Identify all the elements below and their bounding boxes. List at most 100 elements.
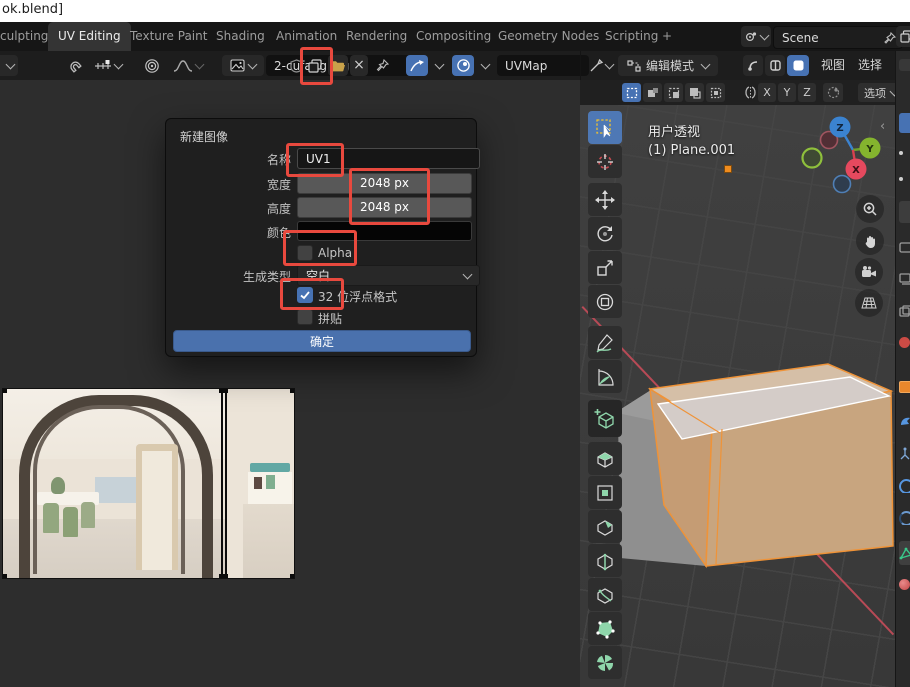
tab-output[interactable] xyxy=(899,241,910,255)
proportional-editing-icon[interactable] xyxy=(140,55,164,76)
unlink-image-button[interactable]: × xyxy=(350,55,368,76)
tool-add-cube[interactable] xyxy=(588,400,622,437)
menu-select[interactable]: 选择 xyxy=(858,51,882,80)
pan-hand-button[interactable] xyxy=(856,227,884,255)
pin-icon[interactable] xyxy=(884,32,896,44)
tab-modifiers[interactable] xyxy=(899,415,910,429)
active-tool-icon[interactable] xyxy=(588,55,614,76)
select-mode-edge[interactable] xyxy=(765,55,785,76)
uv-snap-button[interactable] xyxy=(406,55,428,76)
select-op-new[interactable] xyxy=(622,83,641,102)
mesh-objects xyxy=(612,352,895,578)
tool-annotate[interactable] xyxy=(588,326,622,359)
uv-handle[interactable] xyxy=(223,574,228,578)
mode-label: 编辑模式 xyxy=(646,57,694,74)
tool-knife[interactable] xyxy=(588,578,622,611)
tab-view-layer[interactable] xyxy=(899,273,910,287)
annotation-box-new-image xyxy=(300,47,333,85)
tab-render[interactable] xyxy=(899,201,910,225)
blender-window: { "titlebar": { "title": "ok.blend]" }, … xyxy=(0,0,910,687)
uv-handle[interactable] xyxy=(290,389,294,393)
tab-geometry-nodes[interactable]: Geometry Nodes xyxy=(488,22,609,51)
perspective-toggle-button[interactable] xyxy=(855,289,883,317)
tool-spin[interactable] xyxy=(588,646,622,679)
camera-view-button[interactable] xyxy=(855,258,883,286)
tool-measure[interactable] xyxy=(588,360,622,393)
ok-label: 确定 xyxy=(310,333,334,350)
select-mode-vertex[interactable] xyxy=(743,55,763,76)
tab-tool-active[interactable] xyxy=(899,113,910,135)
tool-select-box[interactable] xyxy=(588,111,622,144)
tool-cursor[interactable] xyxy=(588,145,622,178)
select-op-invert[interactable] xyxy=(685,83,704,102)
tab-uv-editing[interactable]: UV Editing xyxy=(48,22,131,51)
mirror-x-button[interactable]: X xyxy=(758,83,776,102)
menu-view[interactable]: 视图 xyxy=(821,51,845,80)
scene-name-field[interactable]: Scene xyxy=(773,26,903,49)
tool-loop-cut[interactable] xyxy=(588,544,622,577)
tab-particles[interactable] xyxy=(899,447,910,461)
gizmo-neg-z[interactable] xyxy=(834,176,851,193)
viewport-3d[interactable]: 用户透视 (1) Plane.001 Z Y X ‹ xyxy=(580,105,895,687)
tab-world[interactable] xyxy=(899,337,910,351)
tiled-label: 拼贴 xyxy=(318,310,342,327)
tool-inset-faces[interactable] xyxy=(588,476,622,509)
new-scene-button[interactable] xyxy=(896,26,910,47)
tool-scale[interactable] xyxy=(588,251,622,284)
select-op-subtract[interactable] xyxy=(664,83,683,102)
uv-handle[interactable] xyxy=(290,574,294,578)
preview-awning xyxy=(250,463,290,472)
dot xyxy=(899,147,910,161)
falloff-curve-dropdown[interactable] xyxy=(168,55,208,76)
tool-rotate[interactable] xyxy=(588,217,622,250)
snap-magnet-icon[interactable] xyxy=(62,55,86,76)
uv-snap-dropdown[interactable] xyxy=(430,55,448,76)
tab-scene[interactable] xyxy=(899,305,910,319)
image-browse-dropdown[interactable] xyxy=(222,55,264,76)
sidebar-collapse-arrow[interactable]: ‹ xyxy=(880,119,885,134)
tool-poly-build[interactable] xyxy=(588,612,622,645)
tab-physics[interactable] xyxy=(899,479,910,493)
ok-button[interactable]: 确定 xyxy=(173,330,471,352)
uv-handle[interactable] xyxy=(3,389,7,393)
uv-handle[interactable] xyxy=(3,574,7,578)
scene-browse-button[interactable] xyxy=(741,26,771,47)
tab-material[interactable] xyxy=(899,579,910,593)
select-op-intersect[interactable] xyxy=(706,83,725,102)
tab-shading[interactable]: Shading xyxy=(206,22,275,51)
uv-handle[interactable] xyxy=(223,389,228,393)
editor-type-dropdown[interactable] xyxy=(0,55,18,76)
tab-data-active[interactable] xyxy=(899,541,910,567)
tab-constraints[interactable] xyxy=(899,511,910,525)
tool-settings-bar: X Y Z 选项 xyxy=(580,80,895,106)
uvmap-field[interactable]: UVMap xyxy=(497,55,589,76)
pin-id-icon[interactable] xyxy=(372,55,392,76)
mirror-y-button[interactable]: Y xyxy=(778,83,796,102)
select-op-extend[interactable] xyxy=(643,83,662,102)
window-title: ok.blend] xyxy=(2,2,63,17)
tiled-checkbox[interactable] xyxy=(297,309,313,325)
snap-target-dropdown[interactable] xyxy=(88,55,128,76)
mirror-z-button[interactable]: Z xyxy=(798,83,816,102)
tab-compositing[interactable]: Compositing xyxy=(406,22,501,51)
select-mode-face[interactable] xyxy=(787,55,809,76)
preview-window xyxy=(95,477,137,503)
uv-proportional-dropdown[interactable] xyxy=(476,55,494,76)
mode-dropdown[interactable]: 编辑模式 xyxy=(618,55,718,76)
preview-chair xyxy=(81,502,95,528)
tool-bevel[interactable] xyxy=(588,510,622,543)
tool-transform[interactable] xyxy=(588,285,622,318)
gizmo-neg-y[interactable] xyxy=(803,149,822,168)
tab-object[interactable] xyxy=(899,381,910,395)
uv-image-preview[interactable] xyxy=(3,389,294,578)
zoom-button[interactable] xyxy=(856,195,884,223)
tab-texture-paint[interactable]: Texture Paint xyxy=(120,22,217,51)
tab-add-workspace[interactable]: + xyxy=(652,22,682,51)
tool-extrude-region[interactable] xyxy=(588,442,622,475)
uv-proportional-button[interactable] xyxy=(452,55,474,76)
proportional-edit-toggle[interactable] xyxy=(823,83,843,102)
tool-move[interactable] xyxy=(588,183,622,216)
uvmap-name: UVMap xyxy=(505,59,547,73)
svg-text:Y: Y xyxy=(865,144,874,155)
svg-text:X: X xyxy=(852,165,860,176)
